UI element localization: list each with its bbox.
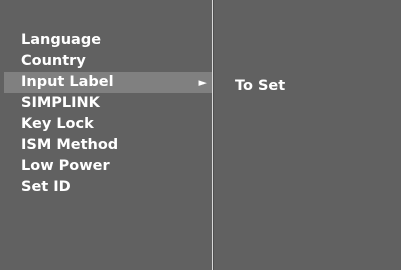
arrow-right-icon: ► [198,76,207,89]
menu-item-language[interactable]: Language [4,30,212,51]
menu-item-label: ISM Method [21,137,119,153]
submenu-item-to-set[interactable]: To Set [235,76,285,97]
menu-item-label: SIMPLINK [21,95,100,111]
option-menu-list: Language Country Input Label ► SIMPLINK … [4,30,212,198]
menu-item-country[interactable]: Country [4,51,212,72]
menu-item-input-label[interactable]: Input Label ► [4,72,212,93]
submenu-panel: To Set [235,76,285,97]
menu-item-label: Input Label [21,74,114,90]
menu-item-simplink[interactable]: SIMPLINK [4,93,212,114]
menu-item-key-lock[interactable]: Key Lock [4,114,212,135]
panel-divider-shadow [213,0,214,270]
menu-item-set-id[interactable]: Set ID [4,177,212,198]
osd-menu-panel: Language Country Input Label ► SIMPLINK … [0,0,401,270]
menu-item-label: Key Lock [21,116,94,132]
menu-item-ism-method[interactable]: ISM Method [4,135,212,156]
menu-item-low-power[interactable]: Low Power [4,156,212,177]
menu-item-label: Language [21,32,102,48]
menu-item-label: Country [21,53,86,69]
menu-item-label: Set ID [21,179,71,195]
menu-item-label: Low Power [21,158,110,174]
